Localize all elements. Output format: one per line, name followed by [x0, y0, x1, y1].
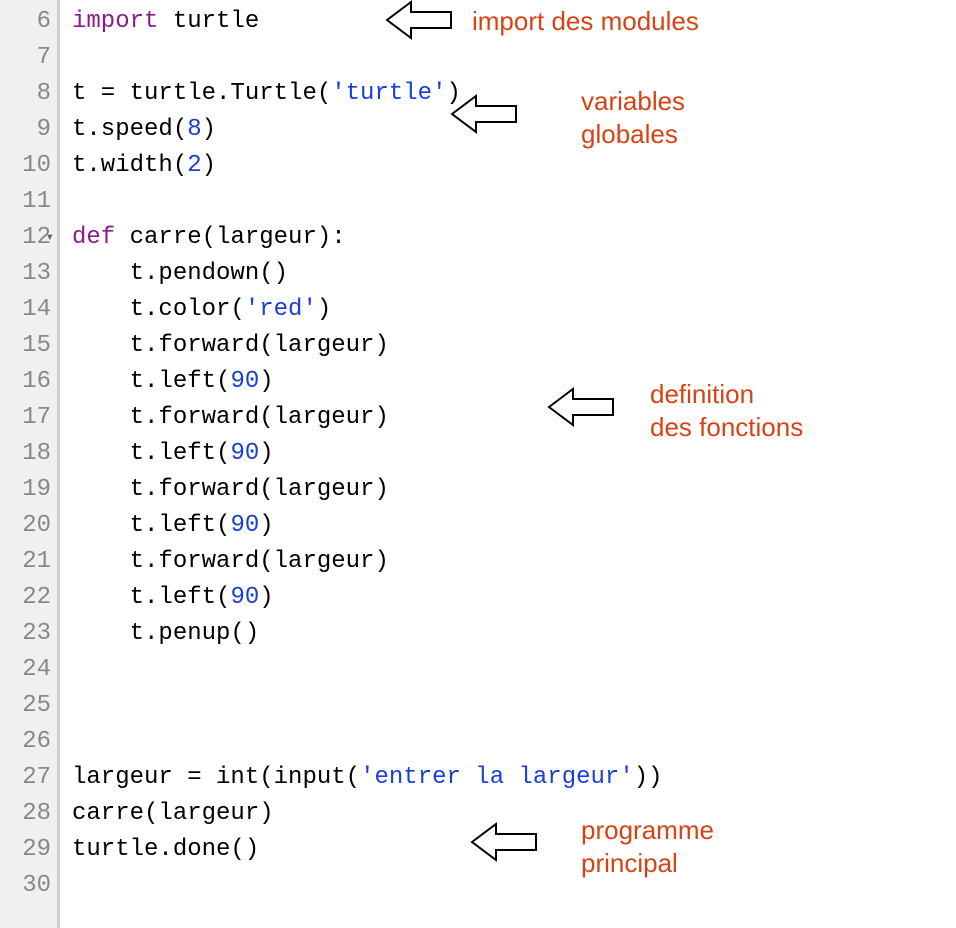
code-area[interactable]: import turtlet = turtle.Turtle('turtle')… — [60, 0, 956, 928]
code-line[interactable]: t.left(90) — [72, 508, 956, 544]
line-number: 10 — [4, 148, 51, 184]
line-number: 12▾ — [4, 220, 51, 256]
code-line[interactable]: t.color('red') — [72, 292, 956, 328]
annotation-variables: variables globales — [581, 85, 685, 150]
line-number: 16 — [4, 364, 51, 400]
code-line[interactable] — [72, 868, 956, 904]
line-number: 11 — [4, 184, 51, 220]
arrow-left-icon — [470, 820, 540, 864]
line-number: 30 — [4, 868, 51, 904]
line-number: 18 — [4, 436, 51, 472]
code-line[interactable]: t.forward(largeur) — [72, 472, 956, 508]
annotation-import: import des modules — [472, 5, 699, 38]
code-line[interactable]: t.forward(largeur) — [72, 328, 956, 364]
code-line[interactable]: t.penup() — [72, 616, 956, 652]
line-number: 26 — [4, 724, 51, 760]
line-number: 24 — [4, 652, 51, 688]
line-number: 15 — [4, 328, 51, 364]
code-line[interactable]: t.forward(largeur) — [72, 400, 956, 436]
code-line[interactable]: t.width(2) — [72, 148, 956, 184]
code-line[interactable]: t.left(90) — [72, 436, 956, 472]
line-number: 17 — [4, 400, 51, 436]
arrow-left-icon — [450, 92, 520, 136]
line-number: 28 — [4, 796, 51, 832]
line-number: 7 — [4, 40, 51, 76]
line-number: 21 — [4, 544, 51, 580]
line-number: 14 — [4, 292, 51, 328]
line-number: 25 — [4, 688, 51, 724]
arrow-left-icon — [385, 0, 455, 42]
fold-toggle-icon[interactable]: ▾ — [46, 220, 54, 256]
annotation-main: programme principal — [581, 814, 714, 879]
code-line[interactable] — [72, 40, 956, 76]
line-number: 29 — [4, 832, 51, 868]
code-line[interactable] — [72, 652, 956, 688]
line-number: 6 — [4, 4, 51, 40]
code-line[interactable]: largeur = int(input('entrer la largeur')… — [72, 760, 956, 796]
code-editor: 6789101112▾13141516171819202122232425262… — [0, 0, 956, 928]
code-line[interactable] — [72, 688, 956, 724]
code-line[interactable]: t.pendown() — [72, 256, 956, 292]
line-number: 20 — [4, 508, 51, 544]
code-line[interactable]: t.forward(largeur) — [72, 544, 956, 580]
line-number-gutter: 6789101112▾13141516171819202122232425262… — [0, 0, 60, 928]
line-number: 19 — [4, 472, 51, 508]
line-number: 13 — [4, 256, 51, 292]
code-line[interactable] — [72, 724, 956, 760]
annotation-functions: definition des fonctions — [650, 378, 803, 443]
line-number: 8 — [4, 76, 51, 112]
line-number: 9 — [4, 112, 51, 148]
line-number: 22 — [4, 580, 51, 616]
line-number: 27 — [4, 760, 51, 796]
line-number: 23 — [4, 616, 51, 652]
code-line[interactable]: t.left(90) — [72, 580, 956, 616]
code-line[interactable]: def carre(largeur): — [72, 220, 956, 256]
arrow-left-icon — [547, 385, 617, 429]
code-line[interactable]: t.left(90) — [72, 364, 956, 400]
code-line[interactable] — [72, 184, 956, 220]
